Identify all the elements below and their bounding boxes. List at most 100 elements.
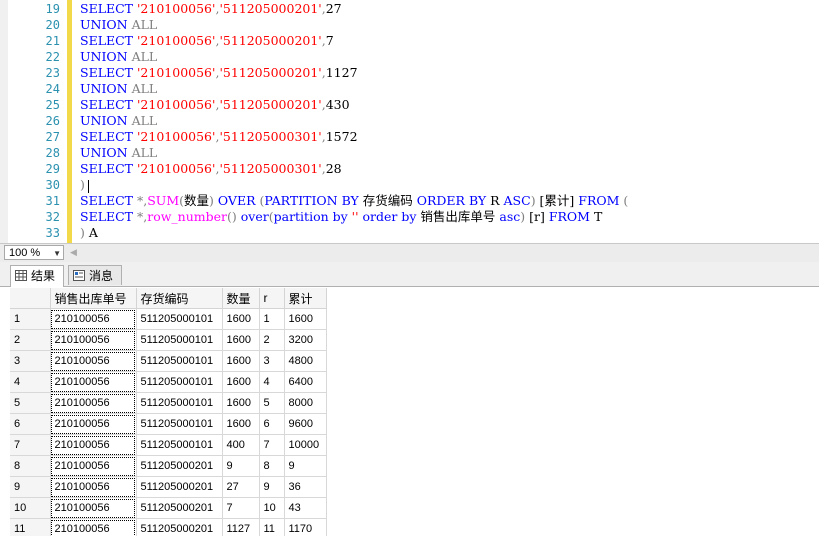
table-row[interactable]: 10 210100056 511205000201 7 10 43 [10,497,327,519]
table-cell[interactable]: 511205000101 [136,308,223,330]
table-cell[interactable]: 511205000101 [136,350,223,372]
table-cell[interactable]: 210100056 [50,392,137,414]
row-number[interactable]: 4 [10,371,51,393]
table-cell[interactable]: 7 [259,434,285,456]
table-row[interactable]: 7 210100056 511205000101 400 7 10000 [10,434,327,456]
query-editor[interactable]: 19 20 21 22 23 24 25 26 27 28 29 30 31 32 33 SELECT '2… [0,0,819,243]
code-line[interactable]: SELECT '210100056','511205000201',430 [80,97,350,113]
table-cell[interactable]: 36 [284,476,327,498]
table-cell[interactable]: 9 [222,455,260,477]
code-line[interactable]: SELECT '210100056','511205000201',7 [80,33,334,49]
row-number[interactable]: 9 [10,476,51,498]
table-cell[interactable]: 1170 [284,518,327,536]
table-cell[interactable]: 1127 [222,518,260,536]
table-cell[interactable]: 9 [284,455,327,477]
table-cell[interactable]: 210100056 [50,371,137,393]
code-line[interactable]: UNION ALL [80,113,157,129]
grid-corner[interactable] [10,288,51,309]
table-cell[interactable]: 210100056 [50,329,137,351]
results-grid[interactable]: 销售出库单号 存货编码 数量 r 累计 1 210100056 5112050001… [10,288,819,536]
row-number[interactable]: 8 [10,455,51,477]
table-cell[interactable]: 210100056 [50,518,137,536]
table-cell[interactable]: 210100056 [50,308,137,330]
column-header[interactable]: 数量 [222,288,260,309]
column-header[interactable]: 存货编码 [136,288,223,309]
row-number[interactable]: 1 [10,308,51,330]
table-cell[interactable]: 11 [259,518,285,536]
table-cell[interactable]: 8000 [284,392,327,414]
table-cell[interactable]: 1600 [222,329,260,351]
table-cell[interactable]: 511205000201 [136,497,223,519]
table-cell[interactable]: 6 [259,413,285,435]
code-line[interactable]: UNION ALL [80,49,157,65]
column-header[interactable]: 累计 [284,288,327,309]
table-cell[interactable]: 27 [222,476,260,498]
table-cell[interactable]: 9 [259,476,285,498]
tab-results[interactable]: 结果 [10,265,64,287]
code-line[interactable]: SELECT *,row_number() over(partition by … [80,209,602,225]
table-row[interactable]: 2 210100056 511205000101 1600 2 3200 [10,329,327,351]
chevron-down-icon[interactable]: ▼ [53,246,61,261]
table-row[interactable]: 1 210100056 511205000101 1600 1 1600 [10,308,327,330]
table-cell[interactable]: 511205000101 [136,434,223,456]
code-line[interactable]: SELECT '210100056','511205000201',27 [80,1,342,17]
table-cell[interactable]: 400 [222,434,260,456]
column-header[interactable]: 销售出库单号 [50,288,137,309]
code-line[interactable]: ) A [80,225,98,241]
table-cell[interactable]: 1600 [222,350,260,372]
table-row[interactable]: 4 210100056 511205000101 1600 4 6400 [10,371,327,393]
table-cell[interactable]: 6400 [284,371,327,393]
tab-messages[interactable]: 消息 [68,265,122,285]
table-cell[interactable]: 210100056 [50,413,137,435]
row-number[interactable]: 11 [10,518,51,536]
row-number[interactable]: 2 [10,329,51,351]
code-line[interactable]: SELECT *,SUM(数量) OVER (PARTITION BY 存货编码… [80,193,628,209]
table-cell[interactable]: 1600 [222,308,260,330]
code-line[interactable]: SELECT '210100056','511205000201',1127 [80,65,358,81]
table-cell[interactable]: 10 [259,497,285,519]
row-number[interactable]: 10 [10,497,51,519]
table-cell[interactable]: 511205000101 [136,413,223,435]
table-cell[interactable]: 1 [259,308,285,330]
table-cell[interactable]: 43 [284,497,327,519]
table-cell[interactable]: 1600 [222,413,260,435]
table-cell[interactable]: 3200 [284,329,327,351]
row-number[interactable]: 3 [10,350,51,372]
table-row[interactable]: 11 210100056 511205000201 1127 11 1170 [10,518,327,536]
table-cell[interactable]: 210100056 [50,350,137,372]
zoom-dropdown[interactable]: 100 % ▼ [4,245,64,260]
table-row[interactable]: 8 210100056 511205000201 9 8 9 [10,455,327,477]
table-cell[interactable]: 511205000101 [136,371,223,393]
table-cell[interactable]: 511205000201 [136,476,223,498]
table-cell[interactable]: 511205000201 [136,455,223,477]
table-cell[interactable]: 210100056 [50,476,137,498]
table-cell[interactable]: 511205000101 [136,392,223,414]
scroll-left-icon[interactable]: ◀ [70,247,77,258]
table-cell[interactable]: 511205000201 [136,518,223,536]
table-cell[interactable]: 511205000101 [136,329,223,351]
table-cell[interactable]: 10000 [284,434,327,456]
table-cell[interactable]: 7 [222,497,260,519]
table-cell[interactable]: 5 [259,392,285,414]
table-cell[interactable]: 4800 [284,350,327,372]
code-line[interactable]: UNION ALL [80,17,157,33]
table-row[interactable]: 5 210100056 511205000101 1600 5 8000 [10,392,327,414]
row-number[interactable]: 5 [10,392,51,414]
table-cell[interactable]: 2 [259,329,285,351]
table-cell[interactable]: 9600 [284,413,327,435]
code-line[interactable]: ) [80,177,85,193]
table-cell[interactable]: 8 [259,455,285,477]
table-row[interactable]: 3 210100056 511205000101 1600 3 4800 [10,350,327,372]
table-cell[interactable]: 4 [259,371,285,393]
table-cell[interactable]: 210100056 [50,434,137,456]
table-row[interactable]: 9 210100056 511205000201 27 9 36 [10,476,327,498]
code-line[interactable]: SELECT '210100056','511205000301',28 [80,161,342,177]
row-number[interactable]: 6 [10,413,51,435]
table-cell[interactable]: 1600 [222,371,260,393]
code-line[interactable]: SELECT '210100056','511205000301',1572 [80,129,358,145]
code-line[interactable]: UNION ALL [80,81,157,97]
table-cell[interactable]: 1600 [284,308,327,330]
column-header[interactable]: r [259,288,285,309]
table-row[interactable]: 6 210100056 511205000101 1600 6 9600 [10,413,327,435]
table-cell[interactable]: 210100056 [50,455,137,477]
